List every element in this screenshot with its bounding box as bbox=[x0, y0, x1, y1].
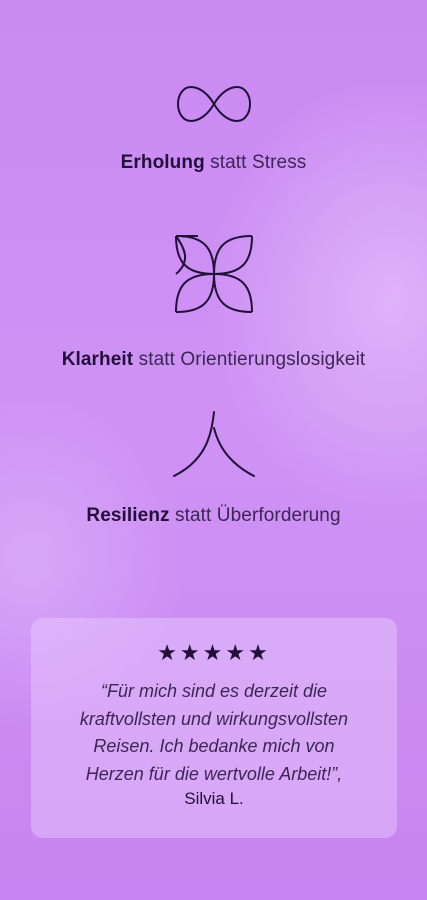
benefit-resilienz: Resilienz statt Überforderung bbox=[0, 410, 427, 527]
quote-line: Herzen für die wertvolle Arbeit!”, bbox=[85, 763, 343, 784]
benefit-strong: Klarheit bbox=[61, 349, 134, 370]
benefit-strong: Erholung bbox=[120, 152, 205, 173]
review-quote: “Für mich sind es derzeit die kraftvolls… bbox=[54, 678, 374, 788]
review-card: ★★★★★ “Für mich sind es derzeit die kraf… bbox=[31, 618, 397, 838]
benefit-rest: statt Orientierungslosigkeit bbox=[133, 349, 366, 370]
benefit-rest: statt Stress bbox=[204, 152, 307, 173]
star-rating: ★★★★★ bbox=[157, 640, 271, 665]
review-author: Silvia L. bbox=[184, 789, 244, 808]
benefit-erholung: Erholung statt Stress bbox=[0, 84, 427, 174]
benefit-rest: statt Überforderung bbox=[169, 505, 341, 526]
benefit-label: Resilienz statt Überforderung bbox=[0, 505, 427, 527]
quote-line: kraftvollsten und wirkungsvollsten bbox=[79, 708, 349, 729]
infinity-icon bbox=[176, 85, 251, 123]
benefit-strong: Resilienz bbox=[86, 505, 170, 526]
quatrefoil-icon bbox=[174, 235, 253, 313]
quote-line: Reisen. Ich bedanke mich von bbox=[93, 736, 335, 756]
quote-line: “Für mich sind es derzeit die bbox=[100, 681, 328, 701]
benefit-label: Erholung statt Stress bbox=[0, 152, 427, 174]
benefit-label: Klarheit statt Orientierungslosigkeit bbox=[0, 349, 427, 371]
fork-path-icon bbox=[172, 411, 255, 477]
benefit-klarheit: Klarheit statt Orientierungslosigkeit bbox=[0, 232, 427, 371]
